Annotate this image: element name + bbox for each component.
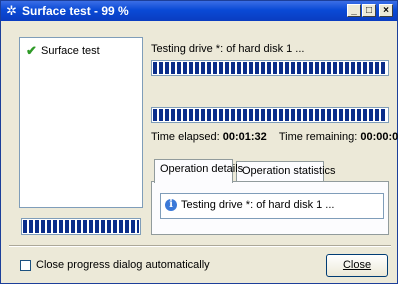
separator [9,245,391,247]
close-automatically-checkbox[interactable] [20,260,31,271]
overall-progress-fill [153,62,385,74]
check-icon: ✔ [26,43,37,58]
tab-panel: i Testing drive *: of hard disk 1 ... [151,181,389,235]
window-title: Surface test - 99 % [22,4,129,18]
left-progress-bar [21,218,141,235]
close-button-label: Close [342,259,372,271]
remaining-value: 00:00:00 [360,131,398,143]
time-readout: Time elapsed: 00:01:32 Time remaining: 0… [151,131,398,144]
elapsed-value: 00:01:32 [222,131,267,143]
close-window-button[interactable]: × [379,4,393,17]
current-progress-bar [151,107,389,123]
title-bar[interactable]: ✲ Surface test - 99 % _ □ × [1,1,397,21]
minimize-button[interactable]: _ [347,4,361,17]
maximize-button[interactable]: □ [362,4,376,17]
progress-dialog: ✲ Surface test - 99 % _ □ × ✔ Surface te… [0,0,398,284]
elapsed-label: Time elapsed: [151,131,220,143]
current-progress-fill [153,109,387,121]
tab-operation-statistics[interactable]: Operation statistics [236,161,336,181]
status-message: Testing drive *: of hard disk 1 ... [151,43,305,55]
remaining-label: Time remaining: [278,131,358,143]
details-message: Testing drive *: of hard disk 1 ... [181,199,335,211]
gear-icon: ✲ [6,3,17,18]
close-automatically-label[interactable]: Close progress dialog automatically [36,259,210,271]
operations-tree[interactable]: ✔ Surface test [19,37,143,208]
tab-operation-details[interactable]: Operation details [154,159,243,183]
tree-item-label: Surface test [41,45,100,57]
overall-progress-bar [151,60,389,76]
close-button[interactable]: Close [326,254,388,277]
left-progress-fill [23,220,139,233]
info-icon: i [165,199,177,211]
details-box: i Testing drive *: of hard disk 1 ... [160,193,384,219]
